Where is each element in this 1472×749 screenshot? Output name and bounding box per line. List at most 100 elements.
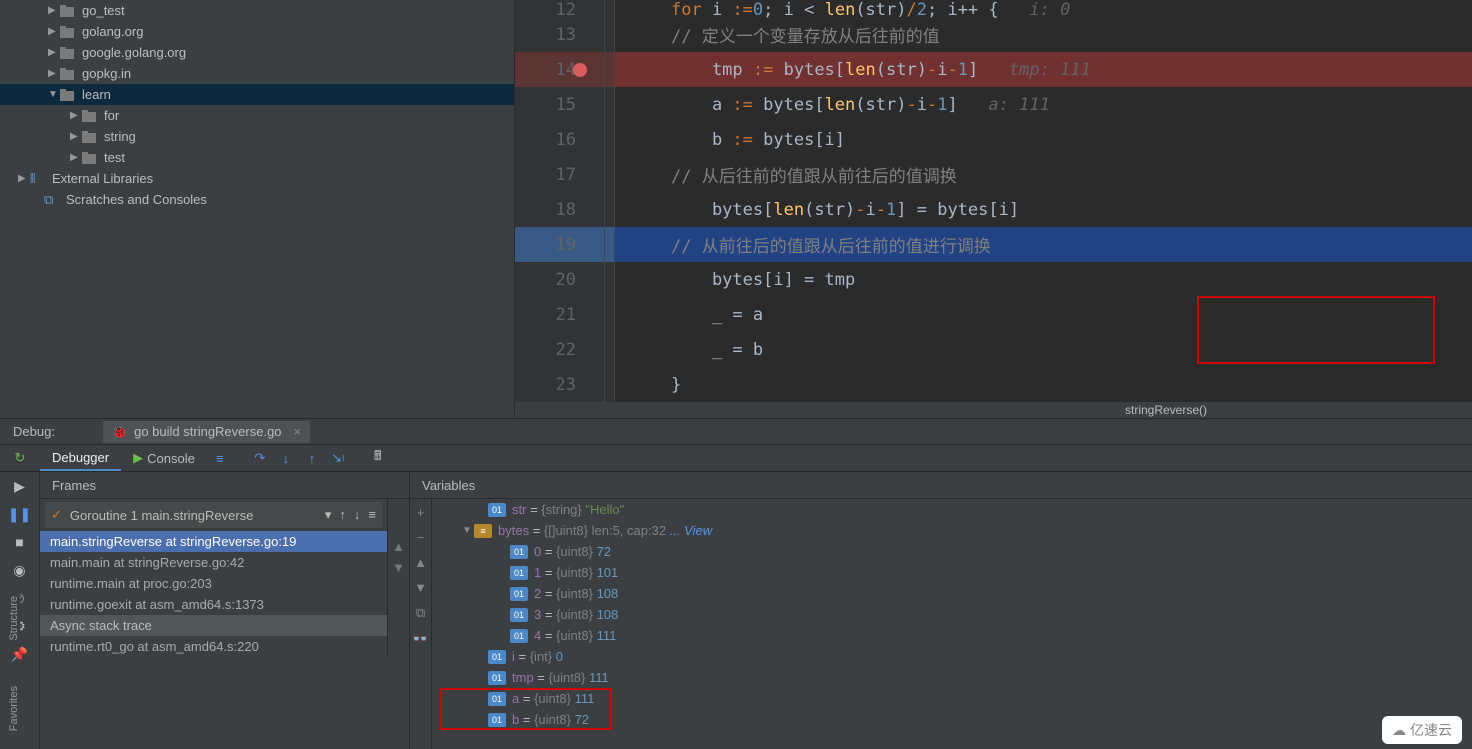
code-line[interactable]: 20 bytes[i] = tmp — [515, 262, 1472, 297]
gutter[interactable]: 17 — [515, 157, 605, 192]
gutter[interactable]: 15 — [515, 87, 605, 122]
variable-row[interactable]: 011 = {uint8} 101 — [454, 562, 712, 583]
variable-row[interactable]: 013 = {uint8} 108 — [454, 604, 712, 625]
remove-watch-button[interactable]: − — [417, 530, 425, 545]
gutter[interactable]: 20 — [515, 262, 605, 297]
expand-arrow-icon[interactable]: ▶ — [18, 173, 30, 184]
expand-arrow-icon[interactable]: ▶ — [48, 5, 60, 16]
gutter[interactable]: 18 — [515, 192, 605, 227]
variable-row[interactable]: 014 = {uint8} 111 — [454, 625, 712, 646]
code-line[interactable]: 21 _ = a — [515, 297, 1472, 332]
fold-gutter[interactable] — [605, 122, 615, 157]
favorites-tool-tab[interactable]: Favorites — [0, 680, 20, 737]
add-watch-button[interactable]: + — [417, 505, 425, 520]
expand-arrow-icon[interactable]: ▼ — [48, 89, 60, 100]
move-up-button[interactable]: ▲ — [414, 555, 427, 570]
structure-tool-tab[interactable]: Structure — [0, 590, 20, 647]
fold-gutter[interactable] — [605, 227, 615, 262]
code-content[interactable]: bytes[len(str)-i-1] = bytes[i] — [615, 192, 1472, 227]
tree-item-external-libraries[interactable]: ▶⫴External Libraries — [0, 168, 514, 189]
prev-frame-icon[interactable]: ↑ — [339, 507, 346, 523]
code-content[interactable]: bytes[i] = tmp — [615, 262, 1472, 297]
code-line[interactable]: 13 // 定义一个变量存放从后往前的值 — [515, 17, 1472, 52]
fold-gutter[interactable] — [605, 262, 615, 297]
gutter[interactable]: 12 — [515, 0, 605, 17]
next-frame-icon[interactable]: ↓ — [354, 507, 361, 523]
code-line[interactable]: 14 tmp := bytes[len(str)-i-1] tmp: 111 — [515, 52, 1472, 87]
variable-row[interactable]: 01a = {uint8} 111 — [454, 688, 712, 709]
stack-frame[interactable]: main.main at stringReverse.go:42 — [40, 552, 387, 573]
code-line[interactable]: 15 a := bytes[len(str)-i-1] a: 111 — [515, 87, 1472, 122]
fold-gutter[interactable] — [605, 332, 615, 367]
glasses-icon[interactable]: 👓 — [412, 631, 428, 647]
gutter[interactable]: 21 — [515, 297, 605, 332]
breadcrumb[interactable]: stringReverse() — [515, 402, 1472, 418]
variable-row[interactable]: 01str = {string} "Hello" — [454, 499, 712, 520]
fold-gutter[interactable] — [605, 297, 615, 332]
gutter[interactable]: 14 — [515, 52, 605, 87]
fold-gutter[interactable] — [605, 52, 615, 87]
code-line[interactable]: 17 // 从后往前的值跟从前往后的值调换 — [515, 157, 1472, 192]
breakpoints-button[interactable]: ◉ — [0, 556, 39, 584]
gutter[interactable]: 19 — [515, 227, 605, 262]
tree-item-for[interactable]: ▶for — [0, 105, 514, 126]
tree-item-golang-org[interactable]: ▶golang.org — [0, 21, 514, 42]
dropdown-icon[interactable]: ▾ — [325, 507, 332, 523]
gutter[interactable]: 23 — [515, 367, 605, 402]
debug-run-tab[interactable]: 🐞 go build stringReverse.go × — [103, 421, 310, 443]
console-tab[interactable]: ▶ Console — [121, 446, 207, 471]
step-over-button[interactable]: ↷ — [247, 445, 273, 472]
move-down-button[interactable]: ▼ — [414, 580, 427, 595]
code-line[interactable]: 23} — [515, 367, 1472, 402]
expand-arrow-icon[interactable]: ▶ — [70, 131, 82, 142]
code-editor[interactable]: 12 for i := 0; i < len(str)/2; i++ { i: 0… — [515, 0, 1472, 418]
stack-frame[interactable]: main.stringReverse at stringReverse.go:1… — [40, 531, 387, 552]
expand-arrow-icon[interactable]: ▼ — [462, 525, 474, 536]
gutter[interactable]: 22 — [515, 332, 605, 367]
threads-icon[interactable]: ≡ — [207, 445, 233, 472]
code-content[interactable]: tmp := bytes[len(str)-i-1] tmp: 111 — [615, 52, 1472, 87]
step-out-button[interactable]: ↑ — [299, 445, 325, 472]
tree-item-go_test[interactable]: ▶go_test — [0, 0, 514, 21]
stack-frame[interactable]: runtime.main at proc.go:203 — [40, 573, 387, 594]
code-content[interactable]: _ = a — [615, 297, 1472, 332]
stack-frame[interactable]: runtime.goexit at asm_amd64.s:1373 — [40, 594, 387, 615]
code-content[interactable]: } — [615, 367, 1472, 402]
code-line[interactable]: 16 b := bytes[i] — [515, 122, 1472, 157]
fold-gutter[interactable] — [605, 157, 615, 192]
tree-item-scratches-and-consoles[interactable]: ⧉Scratches and Consoles — [0, 189, 514, 210]
code-content[interactable]: // 定义一个变量存放从后往前的值 — [615, 17, 1472, 52]
fold-gutter[interactable] — [605, 192, 615, 227]
stop-button[interactable]: ■ — [0, 528, 39, 556]
code-content[interactable]: _ = b — [615, 332, 1472, 367]
expand-arrow-icon[interactable]: ▶ — [48, 47, 60, 58]
pause-button[interactable]: ❚❚ — [0, 500, 39, 528]
code-content[interactable]: a := bytes[len(str)-i-1] a: 111 — [615, 87, 1472, 122]
step-into-button[interactable]: ↓ — [273, 445, 299, 472]
evaluate-button[interactable]: 🖩 — [365, 445, 391, 472]
variable-row[interactable]: 01i = {int} 0 — [454, 646, 712, 667]
rerun-button[interactable]: ↻ — [0, 445, 40, 472]
tree-item-string[interactable]: ▶string — [0, 126, 514, 147]
code-content[interactable]: // 从后往前的值跟从前往后的值调换 — [615, 157, 1472, 192]
project-tree[interactable]: ▶go_test▶golang.org▶google.golang.org▶go… — [0, 0, 515, 418]
fold-gutter[interactable] — [605, 87, 615, 122]
copy-button[interactable]: ⧉ — [416, 605, 425, 621]
tree-item-learn[interactable]: ▼learn — [0, 84, 514, 105]
gutter[interactable]: 13 — [515, 17, 605, 52]
goroutine-selector[interactable]: ✓ Goroutine 1 main.stringReverse ▾ ↑ ↓ ≡ — [45, 502, 382, 528]
variable-row[interactable]: 012 = {uint8} 108 — [454, 583, 712, 604]
expand-arrow-icon[interactable]: ▶ — [70, 152, 82, 163]
fold-gutter[interactable] — [605, 17, 615, 52]
expand-arrow-icon[interactable]: ▶ — [48, 26, 60, 37]
tree-item-test[interactable]: ▶test — [0, 147, 514, 168]
fold-gutter[interactable] — [605, 367, 615, 402]
filter-icon[interactable]: ≡ — [368, 507, 376, 523]
variable-row[interactable]: ▼≡bytes = {[]uint8} len:5, cap:32 ... Vi… — [454, 520, 712, 541]
code-line[interactable]: 18 bytes[len(str)-i-1] = bytes[i] — [515, 192, 1472, 227]
debugger-tab[interactable]: Debugger — [40, 446, 121, 471]
code-line[interactable]: 22 _ = b — [515, 332, 1472, 367]
resume-button[interactable]: ▶ — [0, 472, 39, 500]
code-content[interactable]: for i := 0; i < len(str)/2; i++ { i: 0 — [615, 0, 1472, 17]
tree-item-gopkg-in[interactable]: ▶gopkg.in — [0, 63, 514, 84]
